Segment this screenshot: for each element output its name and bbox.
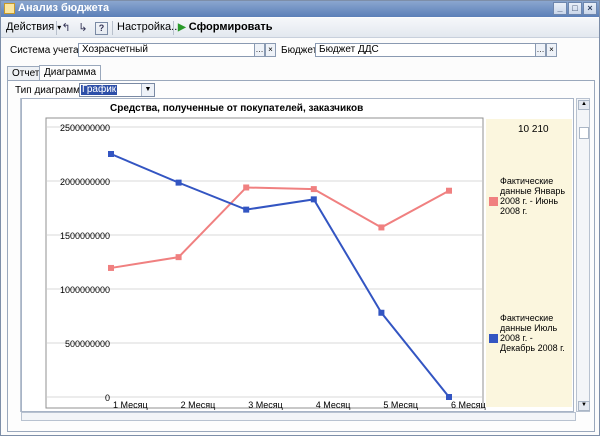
- data-point: [108, 264, 114, 271]
- x-tick-label: 2 Месяц: [181, 400, 216, 410]
- legend-label-line: 2008 г. - Июнь: [500, 196, 558, 206]
- y-tick-label: 0: [105, 393, 110, 403]
- y-tick-label: 2000000000: [60, 177, 110, 187]
- select-button[interactable]: …: [254, 43, 265, 57]
- y-tick-label: 500000000: [65, 339, 110, 349]
- legend-label-line: данные Июль: [500, 323, 557, 333]
- scroll-down-icon[interactable]: ▼: [578, 401, 590, 411]
- plot-frame: [45, 117, 484, 409]
- close-button[interactable]: ×: [583, 2, 597, 15]
- chevron-down-icon[interactable]: ▼: [141, 84, 154, 96]
- legend-label-line: 2008 г. -: [500, 333, 533, 343]
- chart-title: Средства, полученные от покупателей, зак…: [110, 103, 363, 114]
- data-point: [378, 309, 385, 316]
- legend-swatch: [489, 334, 498, 343]
- data-point: [446, 187, 452, 194]
- chart-area: Средства, полученные от покупателей, зак…: [21, 98, 574, 412]
- status-strip: [7, 422, 595, 432]
- x-tick-label: 6 Месяц: [451, 400, 486, 410]
- collapse-icon[interactable]: ↰: [59, 21, 73, 35]
- legend-value: 10 210: [518, 124, 549, 135]
- report-window: Анализ бюджета _ □ × Действия ▾ ↰ ↳ ? На…: [0, 0, 600, 436]
- line-chart: Средства, полученные от покупателей, зак…: [45, 103, 572, 410]
- chart-type-value: График: [81, 84, 118, 95]
- expand-icon[interactable]: ↳: [76, 21, 90, 35]
- legend-label-line: Декабрь 2008 г.: [500, 343, 565, 353]
- clear-icon[interactable]: ×: [265, 43, 276, 57]
- minimize-button[interactable]: _: [553, 2, 567, 15]
- row-header-strip: [13, 98, 21, 412]
- actions-menu[interactable]: Действия ▾: [6, 21, 61, 33]
- budget-field[interactable]: Бюджет ДДС: [315, 43, 536, 57]
- data-point: [310, 196, 317, 203]
- legend-label-line: Фактические: [500, 313, 553, 323]
- toolbar-separator: [112, 21, 113, 35]
- accounting-system-field[interactable]: Хозрасчетный: [78, 43, 255, 57]
- x-tick-label: 1 Месяц: [113, 400, 148, 410]
- data-point: [243, 184, 250, 191]
- title-bar: Анализ бюджета _ □ ×: [1, 1, 599, 17]
- generate-button[interactable]: ▶ Сформировать: [178, 21, 273, 33]
- actions-label: Действия: [6, 21, 55, 33]
- legend-swatch: [489, 197, 498, 206]
- y-tick-label: 1500000000: [60, 231, 110, 241]
- toolbar-separator: [56, 21, 57, 35]
- accounting-system-label: Система учета:: [10, 45, 82, 56]
- legend-panel: [486, 119, 572, 407]
- y-tick-label: 1000000000: [60, 285, 110, 295]
- maximize-button[interactable]: □: [568, 2, 582, 15]
- window-icon: [4, 3, 15, 14]
- scroll-thumb[interactable]: [579, 127, 589, 139]
- legend-label-line: данные Январь: [500, 186, 565, 196]
- play-icon: ▶: [178, 22, 186, 33]
- scroll-up-icon[interactable]: ▲: [578, 100, 590, 110]
- x-tick-label: 5 Месяц: [383, 400, 418, 410]
- chart-type-select[interactable]: График ▼: [79, 83, 155, 97]
- data-point: [175, 254, 182, 261]
- data-point: [446, 394, 452, 400]
- clear-icon[interactable]: ×: [546, 43, 557, 57]
- y-tick-label: 2500000000: [60, 123, 110, 133]
- window-title: Анализ бюджета: [18, 2, 110, 14]
- horizontal-scrollbar[interactable]: [21, 412, 576, 421]
- generate-label: Сформировать: [188, 21, 273, 33]
- data-point: [378, 224, 385, 231]
- legend-label-line: 2008 г.: [500, 206, 527, 216]
- data-point: [108, 151, 114, 157]
- vertical-scrollbar[interactable]: ▲ ▼: [576, 98, 590, 412]
- data-point: [243, 206, 250, 213]
- x-tick-label: 3 Месяц: [248, 400, 283, 410]
- select-button[interactable]: …: [535, 43, 546, 57]
- settings-button[interactable]: Настройка...: [117, 21, 180, 33]
- legend-label-line: Фактические: [500, 176, 553, 186]
- toolbar-separator: [173, 21, 174, 35]
- toolbar: Действия ▾ ↰ ↳ ? Настройка... ▶ Сформиро…: [1, 18, 599, 38]
- help-icon[interactable]: ?: [95, 22, 108, 35]
- data-point: [310, 186, 317, 193]
- data-point: [175, 179, 182, 186]
- tab-diagram[interactable]: Диаграмма: [39, 65, 102, 81]
- x-tick-label: 4 Месяц: [316, 400, 351, 410]
